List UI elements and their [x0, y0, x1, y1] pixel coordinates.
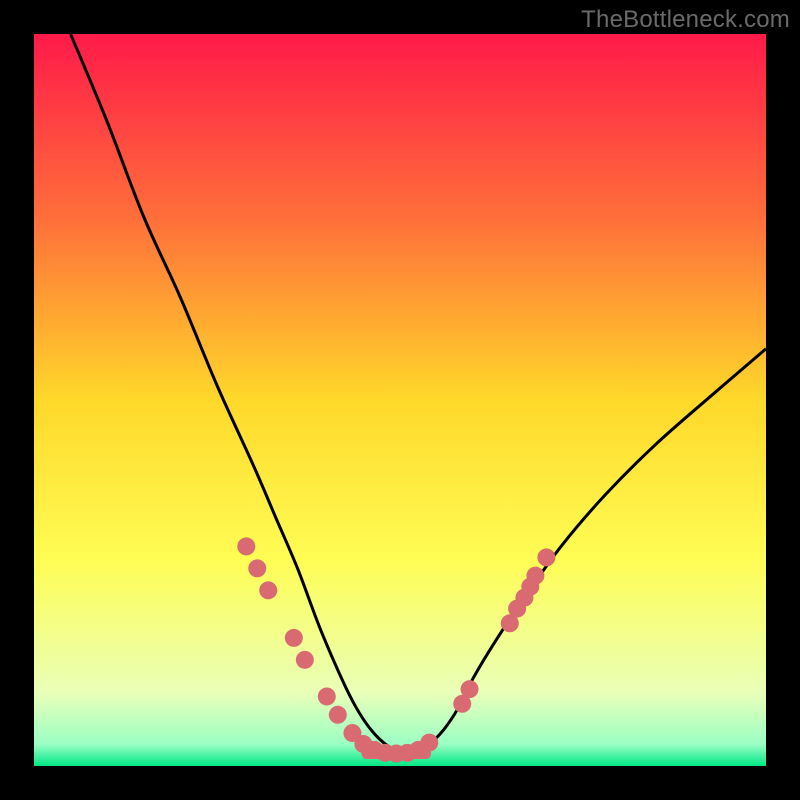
data-marker	[296, 651, 314, 669]
chart-background	[34, 34, 766, 766]
data-marker	[259, 581, 277, 599]
chart-svg	[34, 34, 766, 766]
data-marker	[537, 548, 555, 566]
data-marker	[318, 687, 336, 705]
data-marker	[329, 706, 347, 724]
chart-plot-area	[34, 34, 766, 766]
watermark-text: TheBottleneck.com	[581, 6, 790, 34]
data-marker	[461, 680, 479, 698]
data-marker	[237, 537, 255, 555]
data-marker	[248, 559, 266, 577]
data-marker	[285, 629, 303, 647]
data-marker	[526, 567, 544, 585]
data-marker	[420, 734, 438, 752]
